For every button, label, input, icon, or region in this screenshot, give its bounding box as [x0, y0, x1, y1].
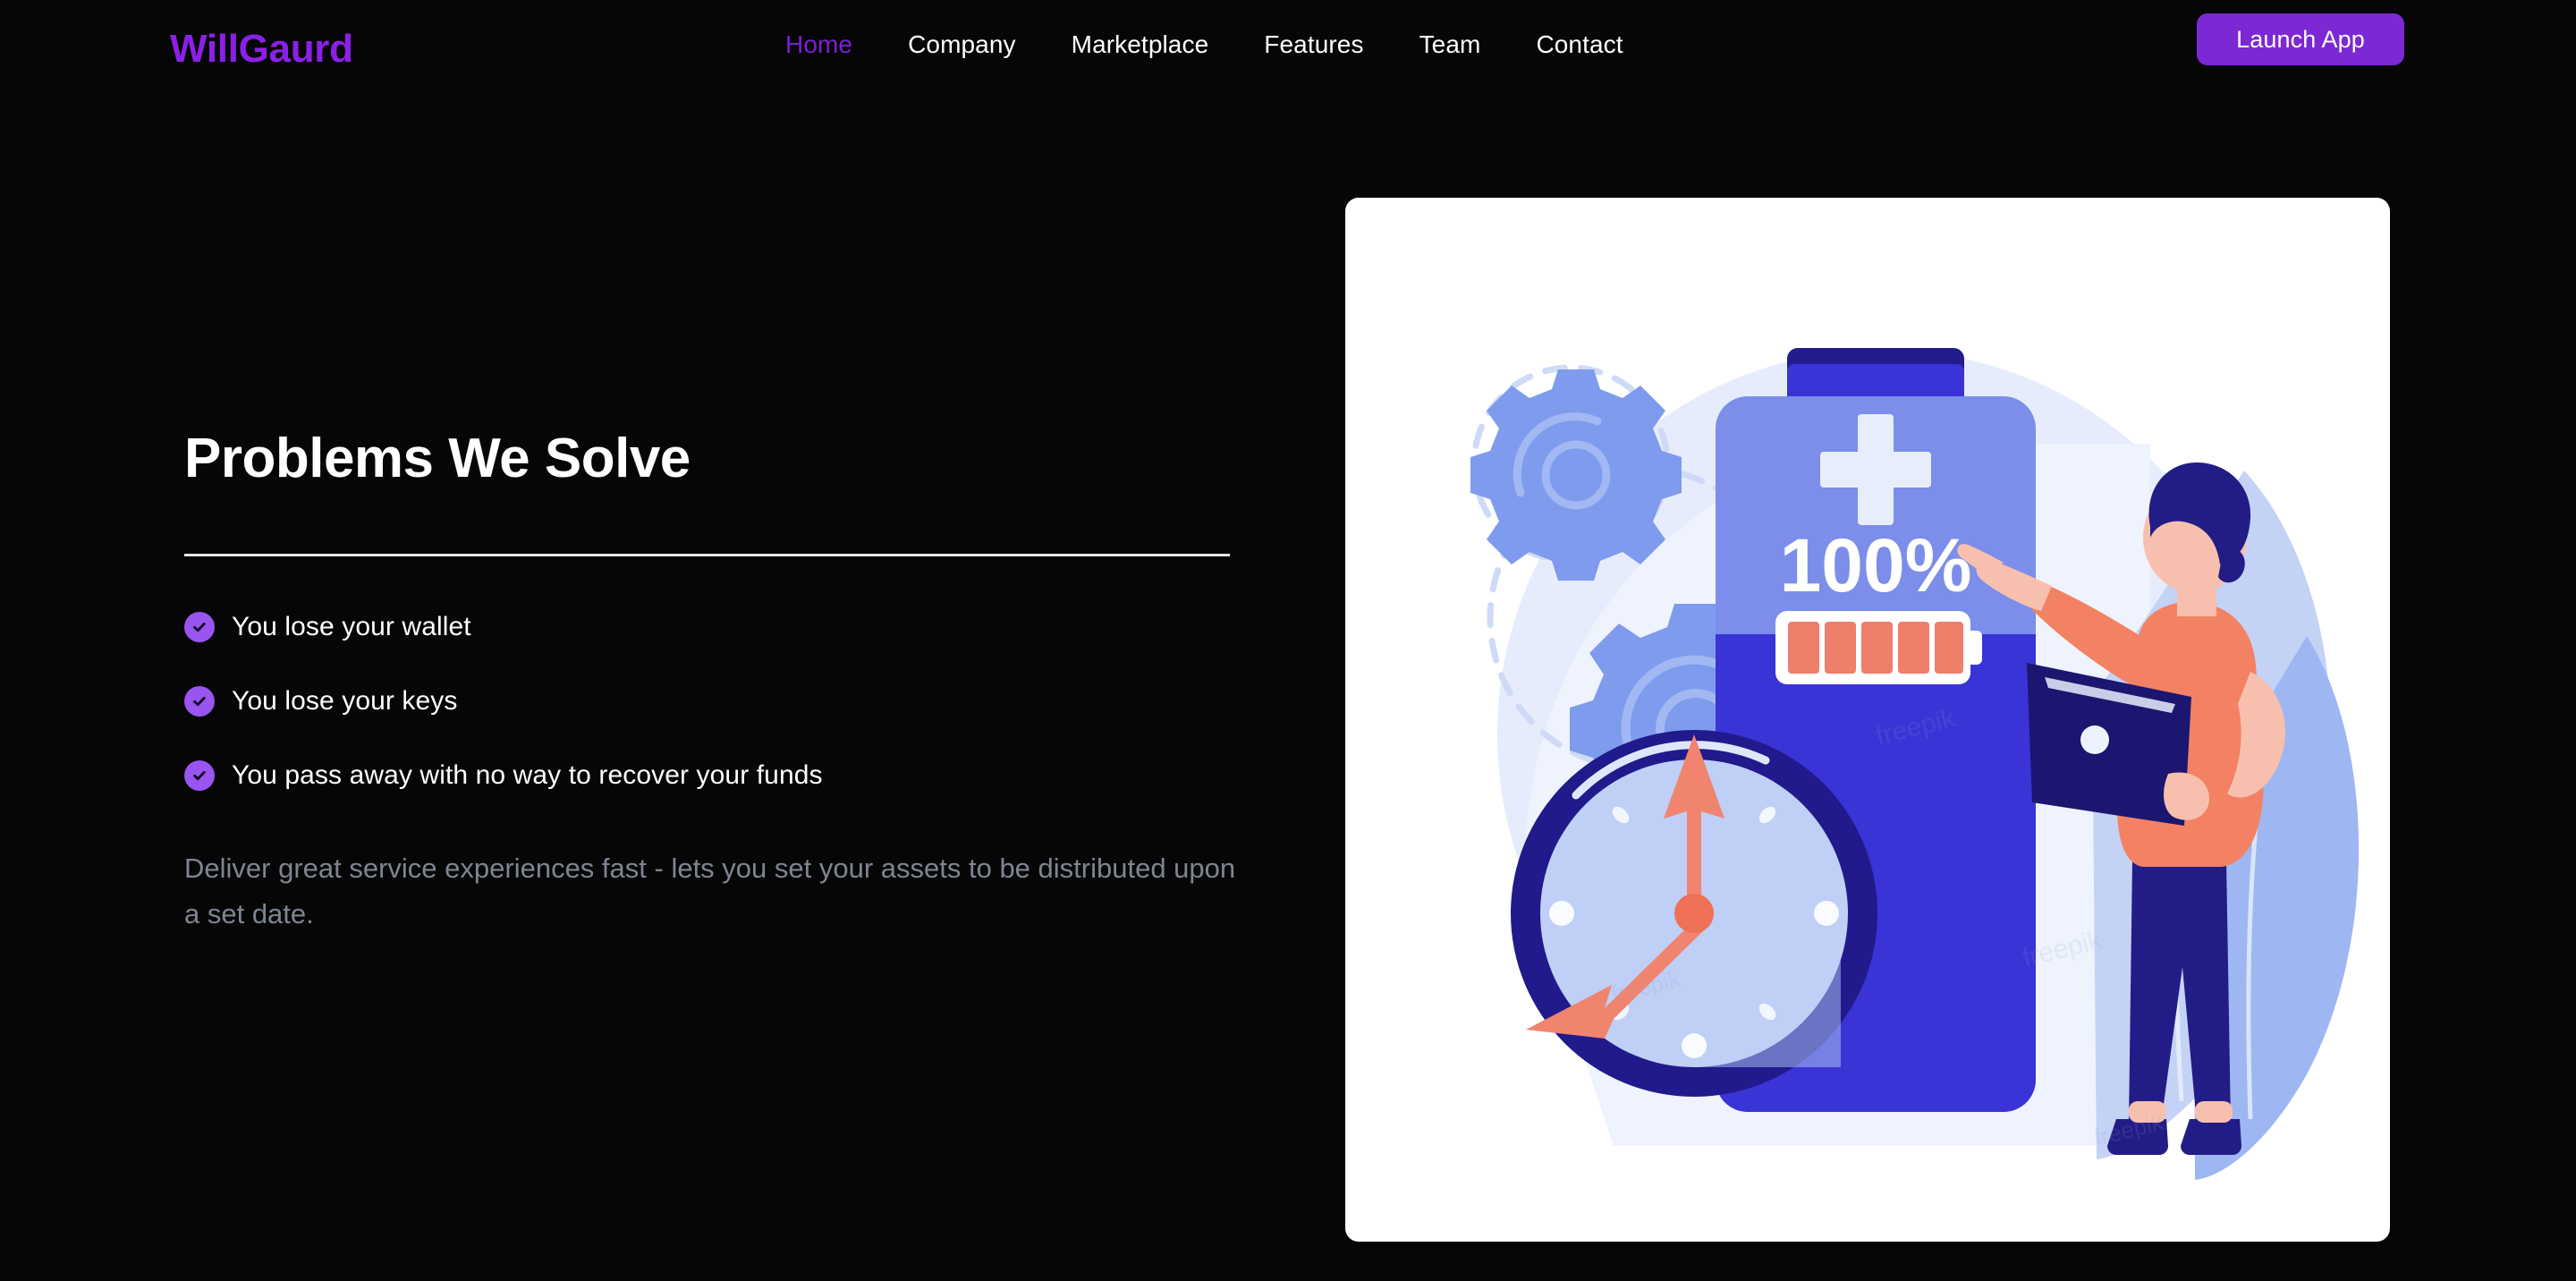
- clock-icon: [1511, 730, 1877, 1097]
- nav-item-features[interactable]: Features: [1236, 30, 1391, 59]
- battery-meter: [1775, 611, 1982, 684]
- title-divider: [184, 554, 1230, 557]
- list-item: You lose your keys: [184, 686, 1258, 717]
- main-navigation: Home Company Marketplace Features Team C…: [785, 30, 1651, 59]
- nav-item-contact[interactable]: Contact: [1508, 30, 1650, 59]
- list-item: You lose your wallet: [184, 612, 1258, 643]
- page-title: Problems We Solve: [184, 428, 691, 489]
- check-circle-icon: [184, 760, 215, 792]
- list-item-label: You lose your wallet: [232, 612, 471, 642]
- gear-icon: [1470, 369, 1682, 581]
- list-item-label: You lose your keys: [232, 686, 458, 717]
- problems-section: Problems We Solve You lose your wallet Y…: [184, 429, 1258, 937]
- illustration-card: 100% freepik freepik freepik freepik: [1345, 198, 2390, 1242]
- nav-item-company[interactable]: Company: [880, 30, 1044, 59]
- check-circle-icon: [184, 612, 215, 643]
- battery-percent-label: 100%: [1780, 523, 1972, 607]
- check-circle-icon: [184, 686, 215, 717]
- problems-list: You lose your wallet You lose your keys …: [184, 612, 1258, 792]
- section-description: Deliver great service experiences fast -…: [184, 853, 1236, 929]
- landing-page: WillGaurd Home Company Marketplace Featu…: [0, 0, 2576, 1281]
- list-item-label: You pass away with no way to recover you…: [232, 760, 823, 791]
- launch-app-button[interactable]: Launch App: [2197, 13, 2404, 65]
- nav-item-home[interactable]: Home: [785, 30, 880, 59]
- site-header: WillGaurd Home Company Marketplace Featu…: [0, 0, 2576, 98]
- list-item: You pass away with no way to recover you…: [184, 760, 1258, 792]
- battery-charging-illustration: 100% freepik freepik freepik freepik: [1470, 348, 2360, 1180]
- nav-item-marketplace[interactable]: Marketplace: [1044, 30, 1237, 59]
- nav-item-team[interactable]: Team: [1392, 30, 1509, 59]
- brand-logo[interactable]: WillGaurd: [170, 27, 353, 72]
